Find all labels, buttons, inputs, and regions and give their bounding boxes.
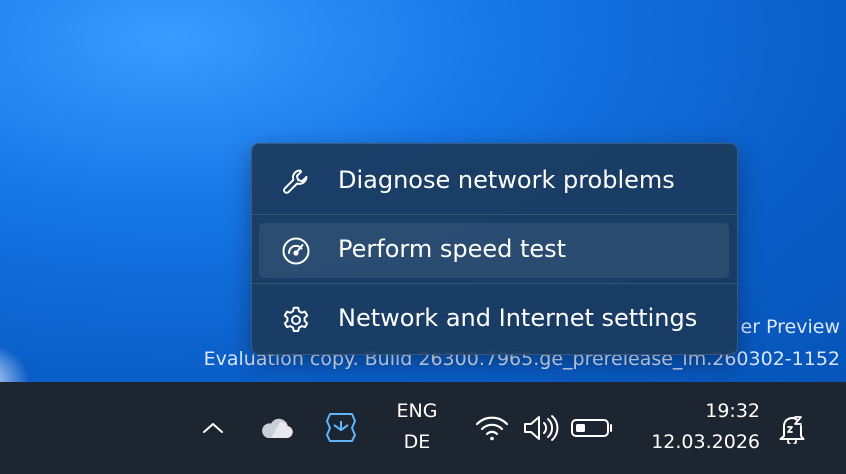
menu-item-diagnose[interactable]: Diagnose network problems xyxy=(259,154,729,209)
wifi-icon xyxy=(475,416,509,441)
network-button[interactable] xyxy=(474,413,510,443)
clock-time: 19:32 xyxy=(705,400,760,422)
menu-item-network-settings[interactable]: Network and Internet settings xyxy=(259,292,729,347)
chevron-up-icon xyxy=(203,423,223,433)
notification-center-button[interactable] xyxy=(775,412,809,446)
wrench-icon xyxy=(281,167,311,197)
battery-icon xyxy=(571,419,612,437)
notification-do-not-disturb-icon xyxy=(779,416,805,446)
network-context-menu: Diagnose network problems Perform speed … xyxy=(251,143,738,355)
clock-date: 12.03.2026 xyxy=(651,431,760,453)
menu-separator xyxy=(252,214,737,215)
onedrive-cloud-icon xyxy=(262,418,293,438)
volume-icon xyxy=(524,415,559,441)
menu-item-label: Network and Internet settings xyxy=(338,304,698,332)
menu-item-label: Diagnose network problems xyxy=(338,166,675,194)
watermark-edition: er Preview xyxy=(740,316,841,338)
language-secondary: DE xyxy=(403,431,431,453)
menu-separator xyxy=(252,283,737,284)
onedrive-button[interactable] xyxy=(258,415,296,441)
volume-button[interactable] xyxy=(521,413,559,443)
menu-item-label: Perform speed test xyxy=(338,235,567,263)
input-language-button[interactable]: ENG DE xyxy=(387,396,447,458)
copilot-icon xyxy=(326,413,356,442)
menu-item-speed-test[interactable]: Perform speed test xyxy=(259,223,729,278)
copilot-button[interactable] xyxy=(322,409,360,445)
taskbar: ENG DE 19:32 12.03.2026 xyxy=(0,382,846,474)
battery-button[interactable] xyxy=(570,417,616,439)
speedometer-icon xyxy=(281,236,311,266)
clock-button[interactable]: 19:32 12.03.2026 xyxy=(636,396,760,458)
show-hidden-icons-button[interactable] xyxy=(200,418,226,438)
gear-icon xyxy=(281,305,311,335)
language-primary: ENG xyxy=(396,400,438,422)
